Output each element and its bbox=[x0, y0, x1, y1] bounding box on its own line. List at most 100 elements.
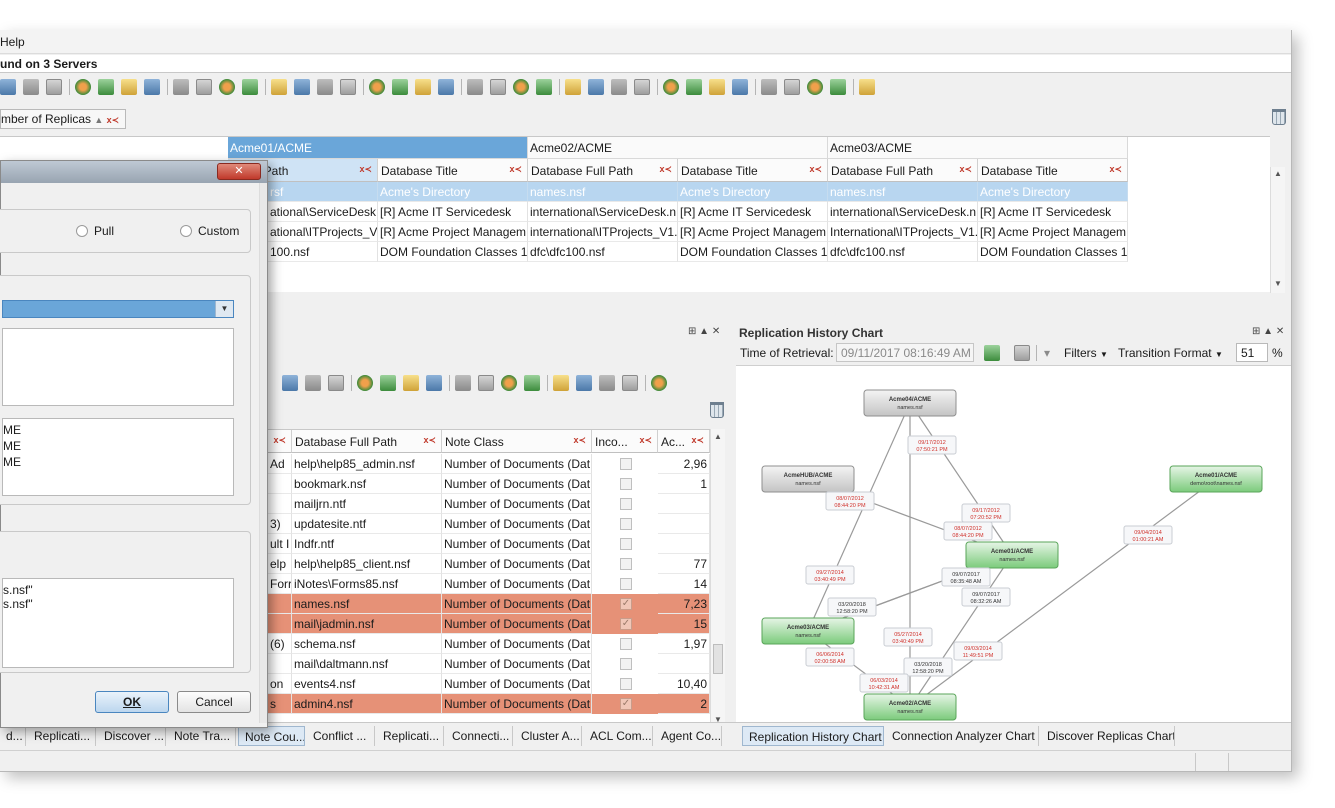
export-icon[interactable] bbox=[984, 345, 1000, 361]
toolbar-button-icon[interactable] bbox=[588, 79, 604, 95]
column-filter-icon[interactable]: x≺ bbox=[359, 164, 372, 175]
close-button[interactable]: ✕ bbox=[217, 163, 261, 180]
toolbar-button-icon[interactable] bbox=[46, 79, 62, 95]
toolbar-button-icon[interactable] bbox=[490, 79, 506, 95]
toolbar-button-icon[interactable] bbox=[317, 79, 333, 95]
toolbar-button-icon[interactable] bbox=[294, 79, 310, 95]
toolbar-button-icon[interactable] bbox=[392, 79, 408, 95]
server-node[interactable]: Acme04/ACME names.nsf bbox=[863, 389, 957, 417]
server-node[interactable]: AcmeHUB/ACME names.nsf bbox=[761, 465, 855, 493]
cancel-button[interactable]: Cancel bbox=[177, 691, 251, 713]
toolbar-button-icon[interactable] bbox=[807, 79, 823, 95]
scroll-thumb[interactable] bbox=[713, 644, 723, 674]
incomplete-checkbox[interactable] bbox=[620, 478, 632, 490]
transition-format-dropdown[interactable]: Transition Format ▼ bbox=[1118, 346, 1223, 360]
tab[interactable]: Replicati... bbox=[28, 726, 96, 746]
incomplete-checkbox[interactable] bbox=[620, 678, 632, 690]
dialog-scrollbar[interactable] bbox=[259, 183, 267, 723]
tab[interactable]: Cluster A... bbox=[515, 726, 582, 746]
close-icon[interactable]: ✕ bbox=[1276, 326, 1284, 337]
toolbar-button-icon[interactable] bbox=[121, 79, 137, 95]
toolbar-button-icon[interactable] bbox=[328, 375, 344, 391]
trash-icon[interactable] bbox=[1272, 109, 1286, 125]
column-header[interactable]: Database Title x≺ bbox=[678, 159, 828, 182]
column-header[interactable]: Database Full Path x≺ bbox=[828, 159, 978, 182]
tab[interactable]: ACL Com... bbox=[584, 726, 653, 746]
ok-button[interactable]: OK bbox=[95, 691, 169, 713]
column-filter-icon[interactable]: x≺ bbox=[809, 164, 822, 175]
column-filter-icon[interactable]: x≺ bbox=[573, 435, 586, 446]
toolbar-button-icon[interactable] bbox=[369, 79, 385, 95]
toolbar-button-icon[interactable] bbox=[784, 79, 800, 95]
column-header[interactable]: Database Title x≺ bbox=[978, 159, 1128, 182]
toolbar-button-icon[interactable] bbox=[144, 79, 160, 95]
tab[interactable]: Discover ... bbox=[98, 726, 166, 746]
tab[interactable]: Connection Analyzer Chart bbox=[886, 726, 1039, 746]
column-header[interactable]: Database Full Path x≺ bbox=[528, 159, 678, 182]
column-header[interactable]: Database Title x≺ bbox=[378, 159, 528, 182]
toolbar-button-icon[interactable] bbox=[634, 79, 650, 95]
database-listbox[interactable]: s.nsf" s.nsf" bbox=[2, 578, 234, 668]
column-header[interactable]: Note Class x≺ bbox=[442, 430, 592, 453]
server-header-acme02[interactable]: Acme02/ACME bbox=[528, 137, 828, 159]
tab[interactable]: Discover Replicas Chart bbox=[1041, 726, 1175, 746]
toolbar-button-icon[interactable] bbox=[553, 375, 569, 391]
toolbar-button-icon[interactable] bbox=[196, 79, 212, 95]
server-node[interactable]: Acme01/ACME demo\root\names.nsf bbox=[1169, 465, 1263, 493]
incomplete-checkbox[interactable] bbox=[620, 658, 632, 670]
chevron-down-icon[interactable]: ▼ bbox=[215, 301, 233, 317]
menu-help[interactable]: Help bbox=[0, 35, 25, 49]
toolbar-button-icon[interactable] bbox=[380, 375, 396, 391]
close-icon[interactable]: ✕ bbox=[712, 326, 720, 337]
tab[interactable]: Conflict ... bbox=[307, 726, 375, 746]
column-filter-icon[interactable]: x≺ bbox=[959, 164, 972, 175]
zoom-input[interactable]: 51 bbox=[1236, 343, 1268, 362]
server-header-acme01[interactable]: Acme01/ACME bbox=[228, 137, 528, 159]
toolbar-button-icon[interactable] bbox=[271, 79, 287, 95]
toolbar-button-icon[interactable] bbox=[305, 375, 321, 391]
toolbar-button-icon[interactable] bbox=[75, 79, 91, 95]
incomplete-checkbox[interactable] bbox=[620, 458, 632, 470]
incomplete-checkbox[interactable] bbox=[620, 558, 632, 570]
toolbar-button-icon[interactable] bbox=[501, 375, 517, 391]
filters-dropdown[interactable]: Filters ▼ bbox=[1064, 346, 1108, 360]
funnel-icon[interactable]: ▾ bbox=[1044, 346, 1050, 360]
toolbar-button-icon[interactable] bbox=[340, 79, 356, 95]
list-item[interactable]: ME bbox=[3, 423, 21, 437]
incomplete-checkbox[interactable] bbox=[620, 538, 632, 550]
replication-graph[interactable]: Acme04/ACME names.nsf AcmeHUB/ACME names.ns… bbox=[736, 365, 1291, 745]
toolbar-button-icon[interactable] bbox=[611, 79, 627, 95]
scroll-down-icon[interactable]: ▼ bbox=[1274, 279, 1282, 288]
trash-icon[interactable] bbox=[710, 402, 724, 418]
toolbar-button-icon[interactable] bbox=[565, 79, 581, 95]
column-header[interactable]: Inco... x≺ bbox=[592, 430, 658, 453]
column-filter-icon[interactable]: x≺ bbox=[509, 164, 522, 175]
toolbar-button-icon[interactable] bbox=[663, 79, 679, 95]
list-item[interactable]: ME bbox=[3, 439, 21, 453]
incomplete-checkbox[interactable] bbox=[620, 578, 632, 590]
toolbar-button-icon[interactable] bbox=[403, 375, 419, 391]
maximize-icon[interactable]: ⊞ bbox=[688, 326, 696, 337]
list-item[interactable]: ME bbox=[3, 455, 21, 469]
incomplete-checkbox[interactable] bbox=[620, 638, 632, 650]
tab[interactable]: d... bbox=[0, 726, 26, 746]
toolbar-button-icon[interactable] bbox=[761, 79, 777, 95]
toolbar-button-icon[interactable] bbox=[709, 79, 725, 95]
sort-ascending-icon[interactable]: ▲ bbox=[94, 115, 103, 125]
column-header[interactable]: Ac... x≺ bbox=[658, 430, 710, 453]
toolbar-button-icon[interactable] bbox=[576, 375, 592, 391]
filter-chip[interactable]: mber of Replicas ▲ x≺ bbox=[0, 109, 127, 129]
tab[interactable]: Note Cou... bbox=[238, 726, 305, 746]
toolbar-button-icon[interactable] bbox=[282, 375, 298, 391]
tab[interactable]: Agent Co... bbox=[655, 726, 722, 746]
toolbar-button-icon[interactable] bbox=[438, 79, 454, 95]
toolbar-button-icon[interactable] bbox=[622, 375, 638, 391]
incomplete-checkbox[interactable] bbox=[620, 498, 632, 510]
tab[interactable]: Replication History Chart bbox=[742, 726, 884, 746]
toolbar-button-icon[interactable] bbox=[415, 79, 431, 95]
server-header-acme03[interactable]: Acme03/ACME bbox=[828, 137, 1128, 159]
pull-radio[interactable] bbox=[76, 225, 88, 237]
column-header[interactable]: Database Full Path x≺ bbox=[292, 430, 442, 453]
tab[interactable]: Replicati... bbox=[377, 726, 444, 746]
server-node[interactable]: Acme03/ACME names.nsf bbox=[761, 617, 855, 645]
